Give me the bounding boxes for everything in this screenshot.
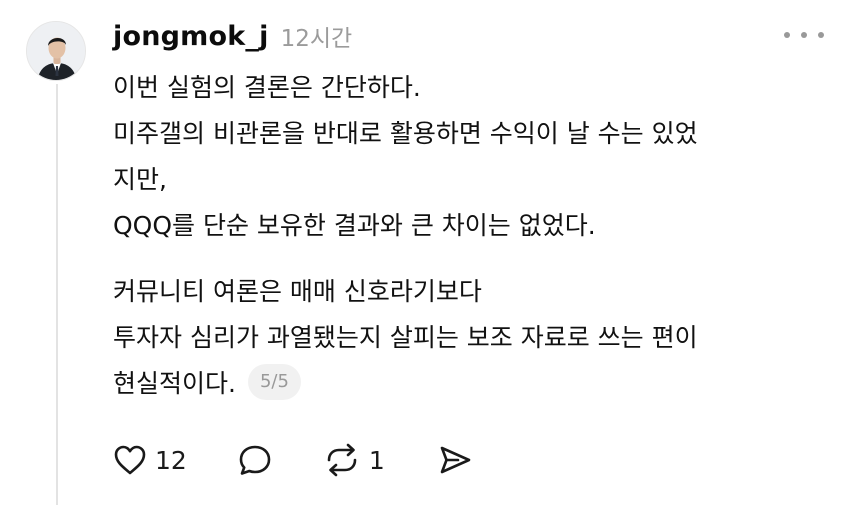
text-line-last: 현실적이다. 5/5 xyxy=(113,361,828,407)
repost-count: 1 xyxy=(368,445,385,475)
dot xyxy=(784,32,790,38)
avatar-photo xyxy=(27,22,85,80)
text-line: 커뮤니티 여론은 매매 신호라기보다 xyxy=(113,277,482,306)
repost-icon xyxy=(327,443,357,477)
send-icon xyxy=(440,446,471,474)
heart-icon xyxy=(114,445,146,475)
comment-button[interactable] xyxy=(237,443,273,477)
paragraph: 커뮤니티 여론은 매매 신호라기보다 투자자 심리가 과열됐는지 살피는 보조 … xyxy=(113,269,828,407)
dot xyxy=(801,32,807,38)
repost-button[interactable]: 1 xyxy=(323,443,385,477)
avatar[interactable] xyxy=(26,21,86,81)
dot xyxy=(818,32,824,38)
post-body: 이번 실험의 결론은 간단하다. 미주갤의 비관론을 반대로 활용하면 수익이 … xyxy=(113,65,828,407)
timestamp: 12시간 xyxy=(280,26,353,52)
share-button[interactable] xyxy=(437,443,473,477)
text-line: QQQ를 단순 보유한 결과와 큰 차이는 없었다. xyxy=(113,211,596,240)
paragraph: 이번 실험의 결론은 간단하다. 미주갤의 비관론을 반대로 활용하면 수익이 … xyxy=(113,65,828,249)
text-line: 이번 실험의 결론은 간단하다. xyxy=(113,73,421,102)
text-line: 투자자 심리가 과열됐는지 살피는 보조 자료로 쓰는 편이 xyxy=(113,323,698,352)
page-indicator-badge: 5/5 xyxy=(247,364,301,400)
text-line: 지만, xyxy=(113,165,167,194)
action-bar: 12 1 xyxy=(113,438,473,482)
thread-line xyxy=(56,84,58,505)
like-button[interactable]: 12 xyxy=(113,444,187,476)
username[interactable]: jongmok_j xyxy=(113,21,269,52)
more-dots-icon[interactable] xyxy=(784,22,824,48)
text-line: 미주갤의 비관론을 반대로 활용하면 수익이 날 수는 있었 xyxy=(113,119,698,148)
text-segment: 현실적이다. xyxy=(113,369,236,398)
post-header: jongmok_j 12시간 xyxy=(113,16,352,56)
like-count: 12 xyxy=(155,445,187,475)
speech-bubble-icon xyxy=(239,445,271,475)
